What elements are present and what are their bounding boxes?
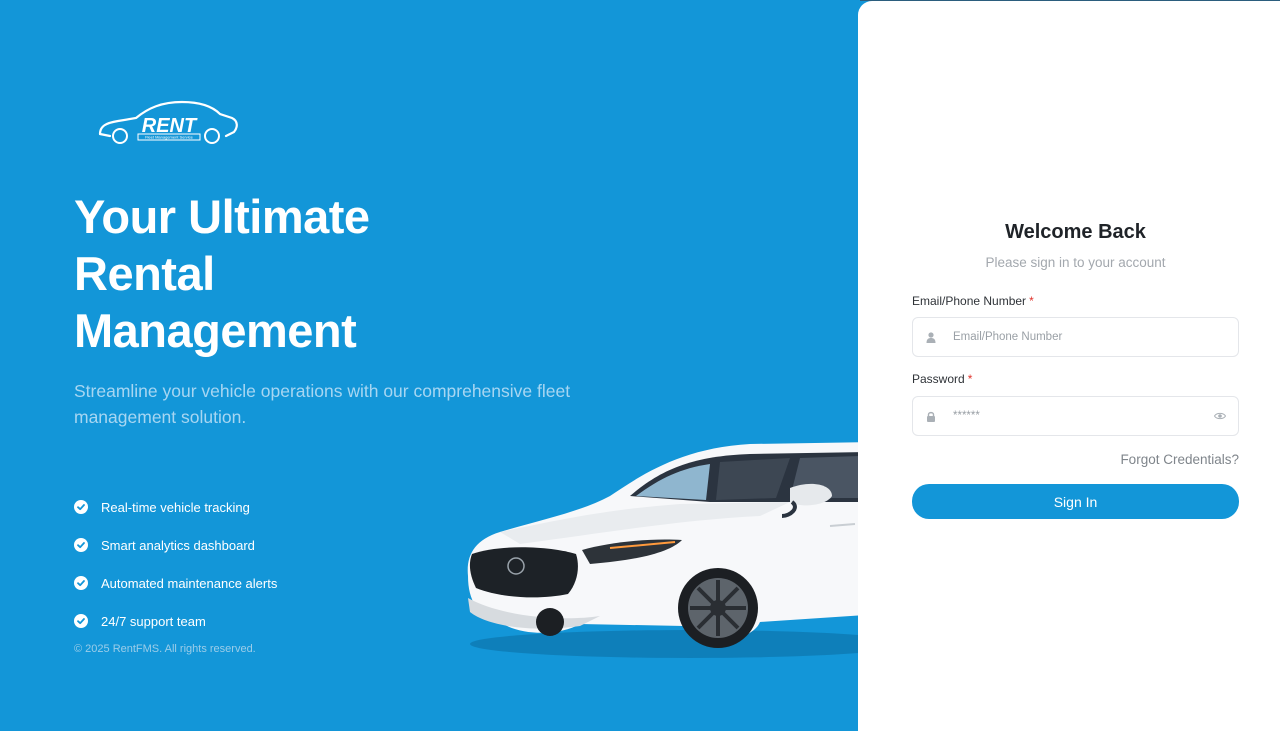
feature-item: Smart analytics dashboard xyxy=(74,526,277,564)
rent-logo: Fleet Management Service RENT xyxy=(96,96,240,148)
car-outline-logo-icon: Fleet Management Service RENT xyxy=(98,100,238,144)
hero-title-line: Management xyxy=(74,304,357,357)
required-marker: * xyxy=(1029,294,1034,308)
forgot-credentials-link[interactable]: Forgot Credentials? xyxy=(1120,452,1239,467)
password-field-wrapper xyxy=(912,396,1239,436)
required-marker: * xyxy=(967,372,973,386)
hero-title: Your Ultimate Rental Management xyxy=(74,188,494,359)
password-input[interactable] xyxy=(949,410,1202,422)
email-label: Email/Phone Number * xyxy=(912,294,1034,308)
feature-label: Automated maintenance alerts xyxy=(101,575,278,591)
hero-title-line: Rental xyxy=(74,247,215,300)
feature-item: 24/7 support team xyxy=(74,602,277,640)
feature-item: Automated maintenance alerts xyxy=(74,564,277,602)
login-subtitle: Please sign in to your account xyxy=(985,255,1166,270)
sign-in-button[interactable]: Sign In xyxy=(912,484,1239,519)
email-field-wrapper xyxy=(912,317,1239,357)
white-sedan-illustration xyxy=(467,442,860,658)
eye-icon[interactable] xyxy=(1202,412,1238,420)
check-circle-icon xyxy=(74,614,88,628)
email-label-text: Email/Phone Number xyxy=(912,294,1027,308)
feature-item: Real-time vehicle tracking xyxy=(74,488,277,526)
brand-panel: Fleet Management Service RENT Your Ultim… xyxy=(0,0,860,731)
check-circle-icon xyxy=(74,538,88,552)
login-title: Welcome Back xyxy=(1005,221,1146,243)
hero-title-line: Your Ultimate xyxy=(74,190,370,243)
logo-text: RENT xyxy=(142,115,198,137)
car-image xyxy=(460,436,860,666)
check-circle-icon xyxy=(74,576,88,590)
password-label-text: Password xyxy=(912,372,965,386)
feature-label: 24/7 support team xyxy=(101,613,206,629)
lock-icon xyxy=(913,411,949,422)
copyright-text: © 2025 RentFMS. All rights reserved. xyxy=(74,643,256,655)
password-label: Password * xyxy=(912,372,972,386)
feature-list: Real-time vehicle tracking Smart analyti… xyxy=(74,488,277,640)
hero-subtitle: Streamline your vehicle operations with … xyxy=(74,381,571,427)
login-panel: Welcome Back Please sign in to your acco… xyxy=(858,1,1280,731)
feature-label: Real-time vehicle tracking xyxy=(101,499,250,515)
feature-label: Smart analytics dashboard xyxy=(101,537,255,553)
email-input[interactable] xyxy=(949,331,1238,343)
check-circle-icon xyxy=(74,500,88,514)
user-icon xyxy=(913,331,949,343)
